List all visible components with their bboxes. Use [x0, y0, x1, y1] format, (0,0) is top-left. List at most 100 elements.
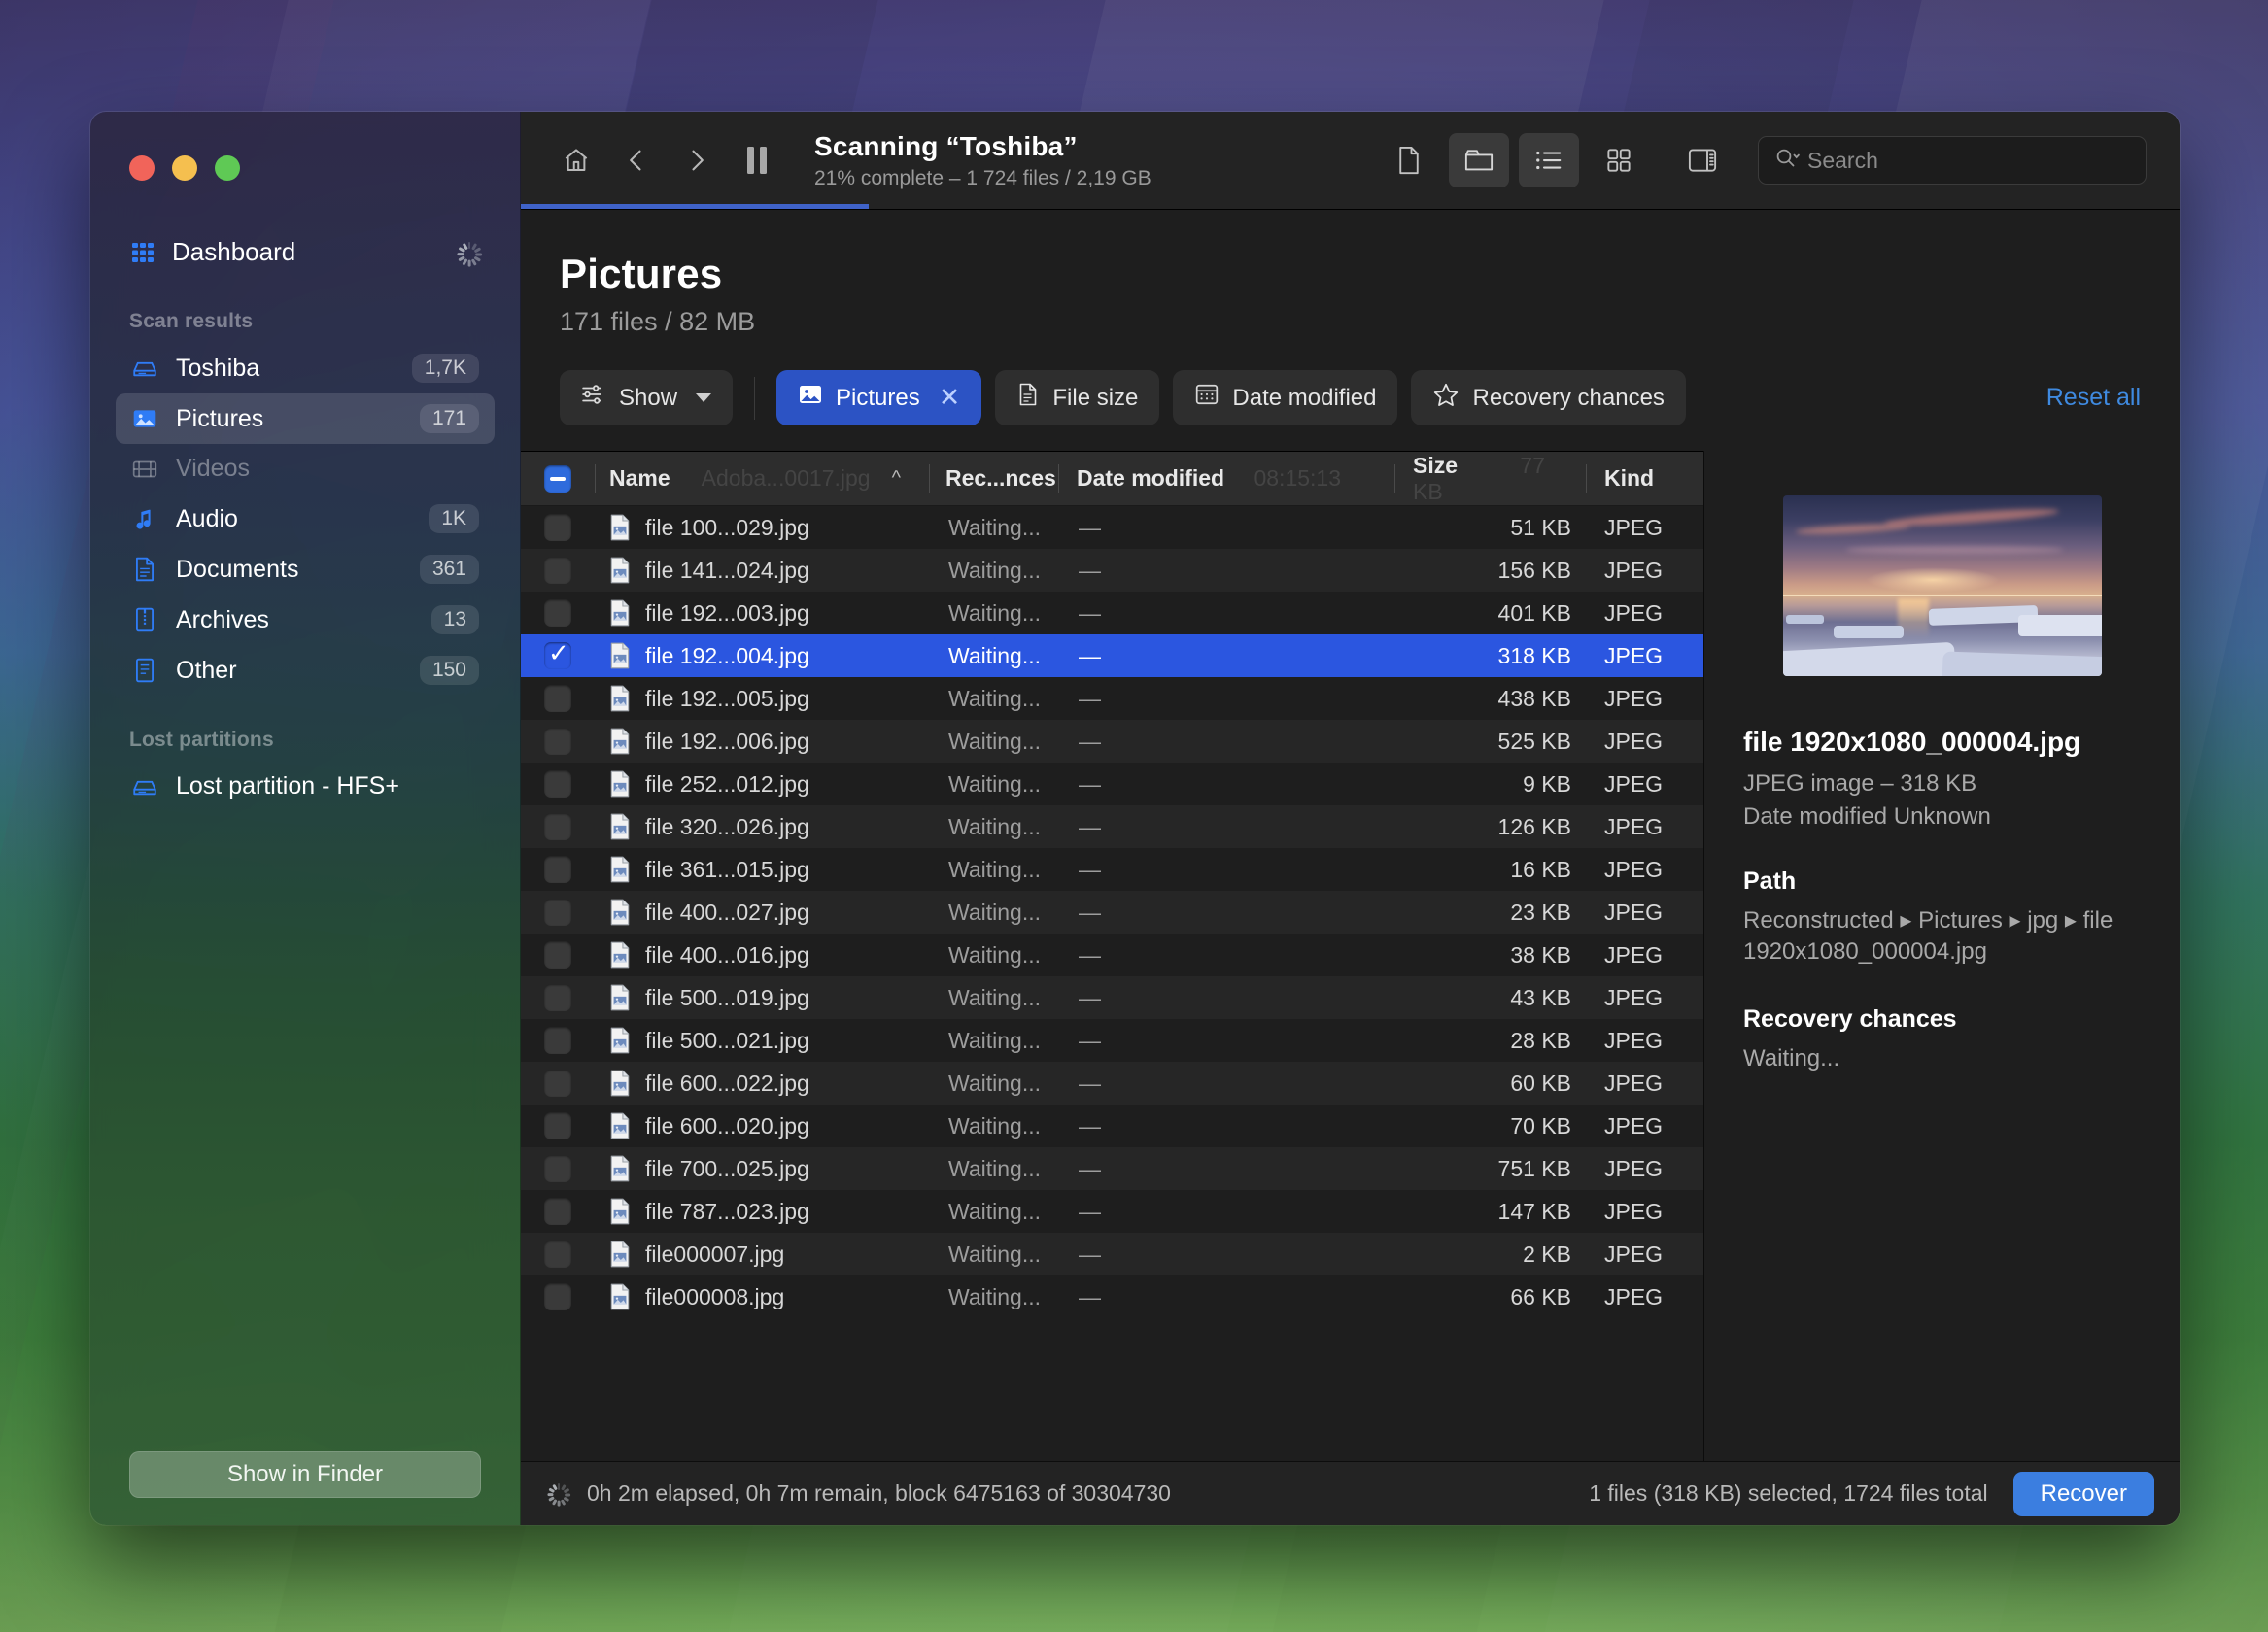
row-name-cell: file 320...026.jpg — [595, 813, 933, 840]
column-header-recovery[interactable]: Rec...nces — [930, 465, 1058, 492]
file-list-rows[interactable]: file 100...029.jpg Waiting... —51 KB JPEG fi… — [521, 506, 1703, 1461]
filter-chip-label: Date modified — [1232, 384, 1377, 411]
search-field[interactable]: Search — [1758, 136, 2147, 185]
column-header-name[interactable]: Name Adoba...0017.jpg ^ — [596, 465, 929, 492]
row-recovery: Waiting... — [948, 599, 1042, 626]
row-checkbox[interactable] — [521, 514, 595, 541]
show-filter-button[interactable]: Show — [560, 370, 734, 425]
table-row[interactable]: file 400...027.jpg Waiting... — 23 KB JPEG — [521, 891, 1703, 934]
table-row[interactable]: file 192...004.jpg Waiting... — 318 KB JPEG — [521, 634, 1703, 677]
table-row[interactable]: file 192...005.jpg Waiting... — 438 KB JPEG — [521, 677, 1703, 720]
row-checkbox[interactable] — [521, 941, 595, 969]
sidebar-item-pictures[interactable]: Pictures 171 — [116, 393, 495, 444]
close-icon[interactable]: ✕ — [939, 383, 961, 413]
zoom-button[interactable] — [215, 155, 240, 181]
table-row[interactable]: file000007.jpg Waiting... — 2 KB JPEG — [521, 1233, 1703, 1275]
row-checkbox[interactable] — [521, 1241, 595, 1268]
folder-view-icon — [1464, 148, 1494, 173]
table-row[interactable]: file 141...024.jpg Waiting... — 156 KB JPEG — [521, 549, 1703, 592]
row-name-cell: file 700...025.jpg — [595, 1155, 933, 1182]
home-button[interactable] — [546, 133, 606, 187]
table-row[interactable]: file 787...023.jpg Waiting... — 147 KB JPEG — [521, 1190, 1703, 1233]
row-kind: JPEG — [1604, 813, 1664, 839]
row-checkbox[interactable] — [521, 770, 595, 798]
sidebar-toggle-button[interactable] — [1672, 133, 1733, 187]
folder-view-button[interactable] — [1449, 133, 1509, 187]
pause-button[interactable] — [727, 133, 787, 187]
sidebar-item-lost-partition-hfs[interactable]: Lost partition - HFS+ — [116, 762, 495, 811]
select-all-checkbox[interactable] — [521, 464, 595, 493]
table-row[interactable]: file 192...003.jpg Waiting... — 401 KB JPEG — [521, 592, 1703, 634]
row-checkbox[interactable] — [521, 557, 595, 584]
close-button[interactable] — [129, 155, 155, 181]
row-checkbox[interactable] — [521, 1112, 595, 1139]
sidebar-item-other[interactable]: Other 150 — [116, 645, 495, 696]
filter-chip-date-modified[interactable]: Date modified — [1173, 370, 1398, 425]
column-header-date[interactable]: Date modified 08:15:13 — [1059, 465, 1394, 492]
row-file-name: file 400...016.jpg — [645, 941, 809, 968]
table-row[interactable]: file 500...019.jpg Waiting... — 43 KB JPEG — [521, 976, 1703, 1019]
sidebar-item-label: Pictures — [176, 404, 264, 432]
table-row[interactable]: file 100...029.jpg Waiting... — 51 KB JPEG — [521, 506, 1703, 549]
row-file-name: file 192...005.jpg — [645, 685, 809, 711]
recover-button[interactable]: Recover — [2012, 1471, 2154, 1516]
table-row[interactable]: file 192...006.jpg Waiting... — 525 KB JPEG — [521, 720, 1703, 763]
sidebar-item-audio[interactable]: Audio 1K — [116, 493, 495, 544]
table-row[interactable]: file 500...021.jpg Waiting... — 28 KB JPEG — [521, 1019, 1703, 1062]
table-row[interactable]: file000008.jpg Waiting... — 66 KB JPEG — [521, 1275, 1703, 1318]
row-date: — — [1079, 642, 1101, 668]
column-header-size[interactable]: Size 77 KB — [1395, 453, 1586, 505]
page-header: Pictures 171 files / 82 MB — [521, 210, 2180, 337]
row-checkbox[interactable] — [521, 813, 595, 840]
detail-file-name: file 1920x1080_000004.jpg — [1743, 727, 2081, 757]
filter-chip-file-size[interactable]: File size — [995, 370, 1160, 425]
row-checkbox[interactable] — [521, 599, 595, 627]
column-header-kind[interactable]: Kind — [1587, 465, 1703, 492]
row-checkbox[interactable] — [521, 856, 595, 883]
list-view-button[interactable] — [1519, 133, 1579, 187]
forward-button[interactable] — [667, 133, 727, 187]
row-recovery: Waiting... — [948, 728, 1042, 754]
row-checkbox[interactable] — [521, 1283, 595, 1310]
row-checkbox[interactable] — [521, 685, 595, 712]
row-checkbox[interactable] — [521, 728, 595, 755]
table-row[interactable]: file 252...012.jpg Waiting... — 9 KB JPEG — [521, 763, 1703, 805]
minimize-button[interactable] — [172, 155, 197, 181]
grid-icon — [129, 239, 156, 266]
row-kind: JPEG — [1604, 1155, 1664, 1181]
row-date: — — [1079, 1112, 1101, 1139]
table-row[interactable]: file 361...015.jpg Waiting... — 16 KB JPEG — [521, 848, 1703, 891]
grid-view-button[interactable] — [1589, 133, 1649, 187]
table-row[interactable]: file 400...016.jpg Waiting... — 38 KB JPEG — [521, 934, 1703, 976]
table-row[interactable]: file 700...025.jpg Waiting... — 751 KB JPEG — [521, 1147, 1703, 1190]
row-checkbox[interactable] — [521, 1155, 595, 1182]
file-view-button[interactable] — [1379, 133, 1439, 187]
sidebar-item-dashboard[interactable]: Dashboard — [116, 227, 495, 277]
sidebar-item-documents[interactable]: Documents 361 — [116, 544, 495, 595]
table-row[interactable]: file 320...026.jpg Waiting... — 126 KB JPEG — [521, 805, 1703, 848]
row-size: 156 KB — [1497, 557, 1571, 583]
filter-chip-recovery-chances[interactable]: Recovery chances — [1411, 370, 1686, 425]
row-recovery: Waiting... — [948, 1027, 1042, 1053]
row-name-cell: file 500...019.jpg — [595, 984, 933, 1011]
table-row[interactable]: file 600...022.jpg Waiting... — 60 KB JPEG — [521, 1062, 1703, 1105]
reset-all-button[interactable]: Reset all — [2046, 384, 2141, 412]
row-checkbox[interactable] — [521, 984, 595, 1011]
sidebar-item-toshiba[interactable]: Toshiba 1,7K — [116, 343, 495, 393]
sidebar-item-archives[interactable]: Archives 13 — [116, 595, 495, 645]
row-checkbox[interactable] — [521, 899, 595, 926]
filter-chip-pictures[interactable]: Pictures ✕ — [776, 370, 982, 425]
row-checkbox[interactable] — [521, 1027, 595, 1054]
table-row[interactable]: file 600...020.jpg Waiting... — 70 KB JPEG — [521, 1105, 1703, 1147]
detail-kind-size: JPEG image – 318 KB — [1743, 770, 1977, 797]
row-checkbox[interactable] — [521, 638, 595, 669]
show-in-finder-button[interactable]: Show in Finder — [129, 1451, 481, 1498]
back-button[interactable] — [606, 133, 667, 187]
row-file-name: file 141...024.jpg — [645, 557, 809, 583]
scan-subtitle: 21% complete – 1 724 files / 2,19 GB — [814, 166, 1151, 189]
row-checkbox[interactable] — [521, 1070, 595, 1097]
column-header-label: Name — [609, 465, 670, 491]
row-checkbox[interactable] — [521, 1198, 595, 1225]
sidebar-item-videos[interactable]: Videos — [116, 444, 495, 493]
sidebar-item-label: Other — [176, 656, 237, 684]
